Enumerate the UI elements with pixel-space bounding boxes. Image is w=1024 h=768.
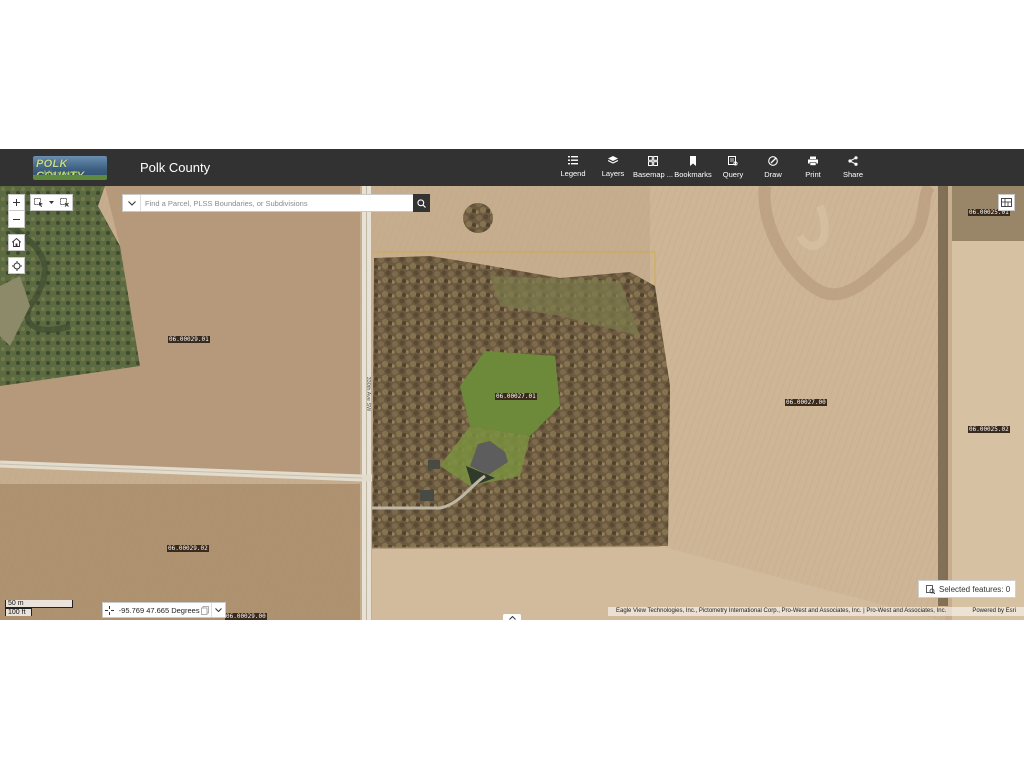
basemap-label: Basemap ... xyxy=(633,170,673,179)
selection-tool xyxy=(30,194,73,211)
parcel-label[interactable]: 06.00027.01 xyxy=(495,393,537,400)
select-rectangle-icon xyxy=(33,198,43,207)
locate-button[interactable] xyxy=(8,257,25,274)
legend-button[interactable]: Legend xyxy=(553,149,593,186)
selected-features-panel[interactable]: Selected features: 0 xyxy=(918,580,1016,598)
parcel-label[interactable]: 06.00025.02 xyxy=(968,426,1010,433)
search-button[interactable] xyxy=(413,194,430,212)
chevron-down-icon xyxy=(215,608,222,612)
home-icon xyxy=(12,238,21,247)
search-icon xyxy=(417,198,426,208)
scale-bar: 50 m 100 ft xyxy=(5,600,73,616)
query-label: Query xyxy=(722,170,744,179)
coordinate-text: -95.769 47.665 Degrees xyxy=(118,605,200,615)
coordinate-readout: -95.769 47.665 Degrees xyxy=(102,602,226,618)
parcel-label[interactable]: 06.00029.02 xyxy=(167,545,209,552)
layers-button[interactable]: Layers xyxy=(593,149,633,186)
search-input[interactable] xyxy=(141,196,413,210)
minus-icon xyxy=(13,218,20,220)
powered-by-esri-link[interactable]: Powered by Esri xyxy=(972,607,1016,616)
layers-icon xyxy=(608,156,618,164)
parcel-label[interactable]: 06.00029.01 xyxy=(168,336,210,343)
attribution-text: Eagle View Technologies, Inc., Pictometr… xyxy=(616,608,947,614)
parcel-label[interactable]: 06.00029.00 xyxy=(225,613,267,620)
select-by-rectangle-button[interactable] xyxy=(31,195,45,210)
chevron-up-icon xyxy=(508,616,516,620)
zoom-in-button[interactable] xyxy=(8,194,25,211)
crosshair-icon xyxy=(105,605,115,615)
logo-wave xyxy=(33,175,107,180)
clear-selection-button[interactable] xyxy=(57,195,72,210)
expand-panel-button[interactable] xyxy=(503,614,521,620)
bookmarks-button[interactable]: Bookmarks xyxy=(673,149,713,186)
scale-metric: 50 m xyxy=(5,600,73,608)
copy-icon xyxy=(201,605,210,615)
draw-icon xyxy=(768,156,778,166)
app-title: Polk County xyxy=(140,160,211,175)
road-label: 330th Ave SW xyxy=(365,376,371,412)
legend-label: Legend xyxy=(560,169,586,178)
app-header: POLK COUNTY Minnesota Polk County Legend… xyxy=(0,149,1024,186)
map-application: POLK COUNTY Minnesota Polk County Legend… xyxy=(0,149,1024,620)
aerial-imagery xyxy=(0,186,1024,620)
query-button[interactable]: Query xyxy=(713,149,753,186)
print-label: Print xyxy=(805,170,821,179)
home-button[interactable] xyxy=(8,234,25,251)
locate-icon xyxy=(11,260,22,271)
selection-mode-dropdown[interactable] xyxy=(45,195,57,210)
share-button[interactable]: Share xyxy=(833,149,873,186)
query-icon xyxy=(728,156,738,166)
caret-down-icon xyxy=(48,201,54,204)
navigation-controls xyxy=(8,194,25,280)
scale-imperial: 100 ft xyxy=(5,608,32,616)
county-logo[interactable]: POLK COUNTY Minnesota xyxy=(33,156,107,180)
crosshair-button[interactable] xyxy=(103,605,117,615)
copy-coordinates-button[interactable] xyxy=(200,605,212,615)
selected-features-icon xyxy=(926,584,935,594)
print-button[interactable]: Print xyxy=(793,149,833,186)
share-icon xyxy=(848,156,858,166)
basemap-button[interactable]: Basemap ... xyxy=(633,149,673,186)
map-attribution: Eagle View Technologies, Inc., Pictometr… xyxy=(608,607,1024,616)
header-toolbar: Legend Layers Basemap ... Bookmarks Quer… xyxy=(553,149,873,186)
plus-icon xyxy=(13,199,20,206)
draw-label: Draw xyxy=(764,170,782,179)
share-label: Share xyxy=(842,170,863,179)
parcel-search xyxy=(122,194,430,212)
chevron-down-icon xyxy=(127,200,136,206)
draw-button[interactable]: Draw xyxy=(753,149,793,186)
coordinate-format-dropdown[interactable] xyxy=(211,603,225,617)
attribute-table-button[interactable] xyxy=(998,194,1015,211)
print-icon xyxy=(808,156,818,166)
layers-label: Layers xyxy=(601,169,625,178)
basemap-icon xyxy=(648,156,658,166)
bookmark-icon xyxy=(690,156,696,166)
selected-features-text: Selected features: 0 xyxy=(939,584,1011,594)
search-source-dropdown[interactable] xyxy=(123,195,141,211)
parcel-label[interactable]: 06.00027.00 xyxy=(785,399,827,406)
table-icon xyxy=(1001,198,1012,207)
zoom-out-button[interactable] xyxy=(8,211,25,228)
clear-selection-icon xyxy=(60,198,69,207)
legend-icon xyxy=(568,156,578,165)
map-view[interactable]: 06.00029.01 06.00027.01 06.00027.00 06.0… xyxy=(0,186,1024,620)
bookmarks-label: Bookmarks xyxy=(674,170,712,179)
